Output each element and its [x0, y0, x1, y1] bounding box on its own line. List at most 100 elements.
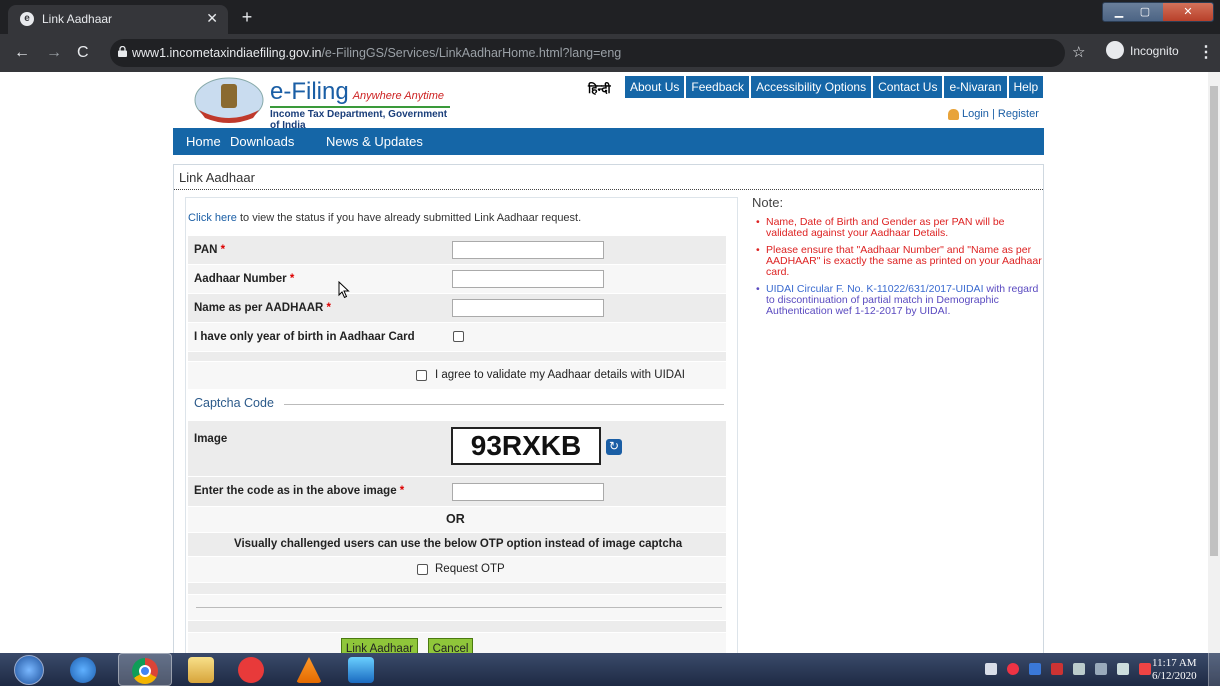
- new-tab-button[interactable]: +: [236, 7, 258, 29]
- aadhaar-row: Aadhaar Number *: [188, 264, 726, 293]
- app-tray-icon[interactable]: [1007, 663, 1019, 675]
- vlc-icon[interactable]: [296, 657, 322, 683]
- pan-label: PAN *: [194, 244, 225, 256]
- cancel-button[interactable]: Cancel: [428, 638, 473, 653]
- incognito-indicator[interactable]: Incognito: [1106, 41, 1179, 61]
- tab-title: Link Aadhaar: [42, 12, 113, 26]
- spacer-row: [188, 351, 726, 361]
- pan-row: PAN *: [188, 235, 726, 264]
- link-aadhaar-form: Click here to view the status if you hav…: [185, 197, 738, 653]
- keyboard-icon[interactable]: [985, 663, 997, 675]
- back-arrow-icon[interactable]: ←: [14, 44, 30, 62]
- status-click-here-link[interactable]: Click here: [188, 212, 237, 224]
- maximize-button[interactable]: ▢: [1133, 3, 1157, 21]
- otp-note: Visually challenged users can use the be…: [234, 538, 683, 550]
- clock-time: 11:17 AM: [1152, 657, 1197, 669]
- link-aadhaar-button[interactable]: Link Aadhaar: [341, 638, 418, 653]
- bluetooth-icon[interactable]: [1029, 663, 1041, 675]
- address-bar[interactable]: www1.incometaxindiaefiling.gov.in/e-Fili…: [110, 39, 1065, 67]
- agree-checkbox[interactable]: [416, 370, 427, 381]
- menu-e-nivaran[interactable]: e-Nivaran: [944, 76, 1007, 98]
- volume-icon[interactable]: [1117, 663, 1129, 675]
- hindi-language-link[interactable]: हिन्दी: [588, 80, 611, 97]
- nav-downloads[interactable]: Downloads: [230, 134, 294, 149]
- antivirus-icon[interactable]: [1051, 663, 1063, 675]
- menu-accessibility-options[interactable]: Accessibility Options: [751, 76, 872, 98]
- nav-news-updates[interactable]: News & Updates: [326, 134, 423, 149]
- pan-input[interactable]: [452, 241, 604, 259]
- captcha-input[interactable]: [452, 483, 604, 501]
- title-divider: [174, 189, 1043, 190]
- divider-row: [188, 594, 726, 620]
- captcha-entry-row: Enter the code as in the above image *: [188, 476, 726, 506]
- taskbar-clock[interactable]: 11:17 AM 6/12/2020: [1152, 657, 1197, 683]
- network-adapter-icon[interactable]: [1073, 663, 1085, 675]
- window-controls: ▁ ▢ ✕: [1102, 2, 1214, 22]
- name-label: Name as per AADHAAR *: [194, 302, 331, 314]
- browser-menu-icon[interactable]: ⋮: [1198, 42, 1214, 62]
- reload-icon[interactable]: C: [77, 44, 89, 62]
- captcha-image: 93RXKB: [451, 427, 601, 465]
- scrollbar-thumb[interactable]: [1210, 86, 1218, 556]
- menu-contact-us[interactable]: Contact Us: [873, 76, 943, 98]
- spacer-row: [188, 620, 726, 632]
- captcha-entry-label-text: Enter the code as in the above image: [194, 485, 397, 497]
- income-tax-emblem-icon: [194, 77, 264, 123]
- show-desktop-button[interactable]: [1208, 653, 1220, 686]
- pan-label-text: PAN: [194, 244, 218, 256]
- request-otp-checkbox[interactable]: [417, 564, 428, 575]
- login-register: Login | Register: [948, 108, 1039, 120]
- otp-row: Request OTP: [188, 556, 726, 582]
- page-scrollbar[interactable]: [1208, 72, 1220, 653]
- form-divider: [196, 607, 722, 608]
- chrome-taskbar-button[interactable]: [118, 653, 172, 686]
- signal-icon[interactable]: [1095, 663, 1107, 675]
- top-menu: About Us Feedback Accessibility Options …: [625, 76, 1045, 98]
- site-title[interactable]: e-Filing Anywhere Anytime: [270, 78, 444, 106]
- login-link[interactable]: Login: [962, 108, 989, 120]
- note-item: Please ensure that "Aadhaar Number" and …: [754, 245, 1044, 278]
- yob-row: I have only year of birth in Aadhaar Car…: [188, 322, 726, 351]
- media-player-icon[interactable]: [348, 657, 374, 683]
- action-center-icon[interactable]: [1139, 663, 1151, 675]
- minimize-button[interactable]: ▁: [1107, 3, 1131, 21]
- required-mark: *: [399, 485, 405, 497]
- browser-tab[interactable]: e Link Aadhaar ✕: [8, 5, 228, 34]
- url-path: /e-FilingGS/Services/LinkAadharHome.html…: [321, 46, 622, 60]
- menu-about-us[interactable]: About Us: [625, 76, 685, 98]
- menu-help[interactable]: Help: [1008, 76, 1044, 98]
- app-icon[interactable]: [238, 657, 264, 683]
- name-as-per-aadhaar-input[interactable]: [452, 299, 604, 317]
- internet-explorer-icon[interactable]: [70, 657, 96, 683]
- close-window-button[interactable]: ✕: [1163, 3, 1213, 21]
- or-row: OR: [188, 506, 726, 532]
- note-list: Name, Date of Birth and Gender as per PA…: [754, 217, 1044, 323]
- content-panel: Link Aadhaar Click here to view the stat…: [173, 164, 1044, 653]
- file-explorer-icon[interactable]: [188, 657, 214, 683]
- clock-date: 6/12/2020: [1152, 670, 1197, 682]
- refresh-captcha-icon[interactable]: ↻: [606, 439, 622, 455]
- bookmark-star-icon[interactable]: ☆: [1072, 43, 1085, 61]
- mouse-cursor-icon: [338, 281, 350, 299]
- yob-label: I have only year of birth in Aadhaar Car…: [194, 331, 415, 343]
- tab-close-icon[interactable]: ✕: [206, 10, 218, 27]
- menu-feedback[interactable]: Feedback: [686, 76, 750, 98]
- note-title: Note:: [752, 195, 784, 210]
- yob-checkbox[interactable]: [453, 331, 464, 342]
- spacer-row: [188, 582, 726, 594]
- captcha-legend: Captcha Code: [194, 396, 278, 410]
- aadhaar-number-input[interactable]: [452, 270, 604, 288]
- site-tagline: Anywhere Anytime: [352, 90, 445, 102]
- name-label-text: Name as per AADHAAR: [194, 302, 324, 314]
- chrome-icon-center: [139, 665, 151, 677]
- start-button[interactable]: [14, 655, 44, 685]
- nav-home[interactable]: Home: [186, 134, 221, 149]
- image-label: Image: [194, 433, 228, 445]
- otp-note-row: Visually challenged users can use the be…: [188, 532, 726, 556]
- request-otp-label: Request OTP: [435, 563, 505, 575]
- captcha-fieldset: Captcha Code: [188, 392, 726, 414]
- register-link[interactable]: Register: [998, 108, 1039, 120]
- required-mark: *: [289, 273, 295, 285]
- incognito-icon: [1106, 41, 1124, 59]
- forward-arrow-icon[interactable]: →: [46, 44, 62, 62]
